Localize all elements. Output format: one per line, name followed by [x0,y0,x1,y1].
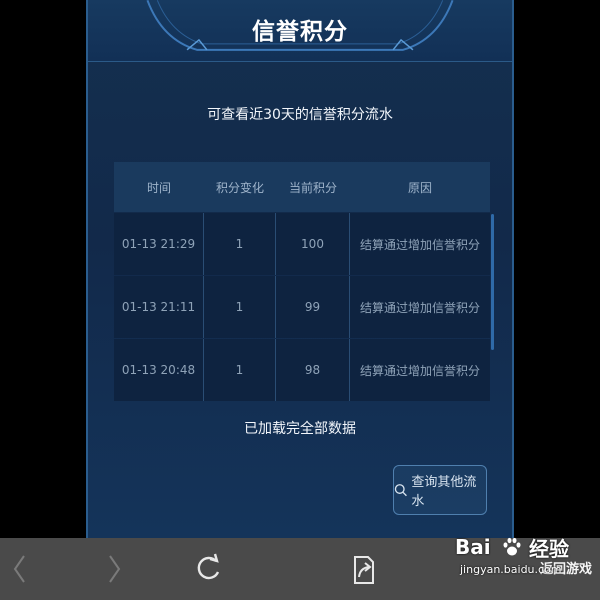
table-row: 01-13 21:11 1 99 结算通过增加信誉积分 [114,276,490,338]
cell-time: 01-13 21:11 [114,276,204,338]
table-row: 01-13 20:48 1 98 结算通过增加信誉积分 [114,339,490,401]
subtitle-text: 可查看近30天的信誉积分流水 [207,107,393,123]
credit-score-panel: 信誉积分 可查看近30天的信誉积分流水 时间 积分变化 当前积分 原因 01-1… [86,0,514,538]
back-arrow-icon[interactable] [4,552,38,586]
query-other-records-button[interactable]: 查询其他流水 [393,465,487,515]
column-header-reason: 原因 [407,180,432,195]
cell-reason: 结算通过增加信誉积分 [350,276,490,338]
page-title: 信誉积分 [252,19,348,45]
column-header-time: 时间 [146,180,171,195]
refresh-icon[interactable] [192,552,226,586]
back-to-game-button[interactable]: 返回游戏 [540,558,592,577]
cell-time: 01-13 21:29 [114,213,204,275]
cell-reason: 结算通过增加信誉积分 [350,339,490,401]
cell-reason: 结算通过增加信誉积分 [350,213,490,275]
panel-header: 信誉积分 [88,0,512,62]
cell-current: 99 [276,276,350,338]
share-icon[interactable] [346,552,380,586]
table-scrollbar[interactable] [491,214,494,350]
browser-bottom-bar: 返回游戏 [0,538,600,600]
cell-change: 1 [204,339,276,401]
column-header-change: 积分变化 [215,180,264,195]
table-row: 01-13 21:29 1 100 结算通过增加信誉积分 [114,213,490,275]
cell-change: 1 [204,213,276,275]
table-header: 时间 积分变化 当前积分 原因 [114,162,490,212]
cell-current: 98 [276,339,350,401]
cell-current: 100 [276,213,350,275]
load-status-text: 已加载完全部数据 [244,421,356,437]
score-history-table: 时间 积分变化 当前积分 原因 01-13 21:29 1 100 结算通过增加… [114,162,494,401]
query-button-label: 查询其他流水 [411,475,477,509]
cell-change: 1 [204,276,276,338]
forward-arrow-icon[interactable] [98,552,132,586]
cell-time: 01-13 20:48 [114,339,204,401]
search-icon [394,484,407,497]
column-header-current: 当前积分 [288,180,337,195]
